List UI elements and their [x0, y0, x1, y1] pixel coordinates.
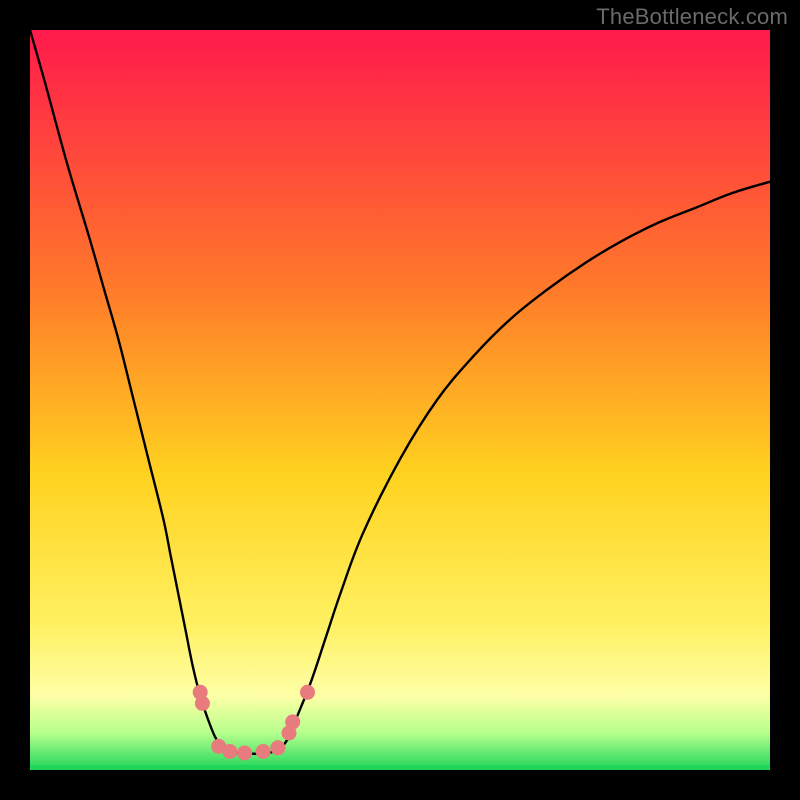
gradient-background [30, 30, 770, 770]
data-marker [285, 714, 300, 729]
data-marker [256, 744, 271, 759]
data-marker [237, 745, 252, 760]
data-marker [222, 744, 237, 759]
bottom-green-line [30, 765, 770, 770]
data-marker [300, 685, 315, 700]
data-marker [195, 696, 210, 711]
plot-svg [30, 30, 770, 770]
data-marker [270, 740, 285, 755]
watermark-text: TheBottleneck.com [596, 4, 788, 30]
chart-frame: TheBottleneck.com [0, 0, 800, 800]
